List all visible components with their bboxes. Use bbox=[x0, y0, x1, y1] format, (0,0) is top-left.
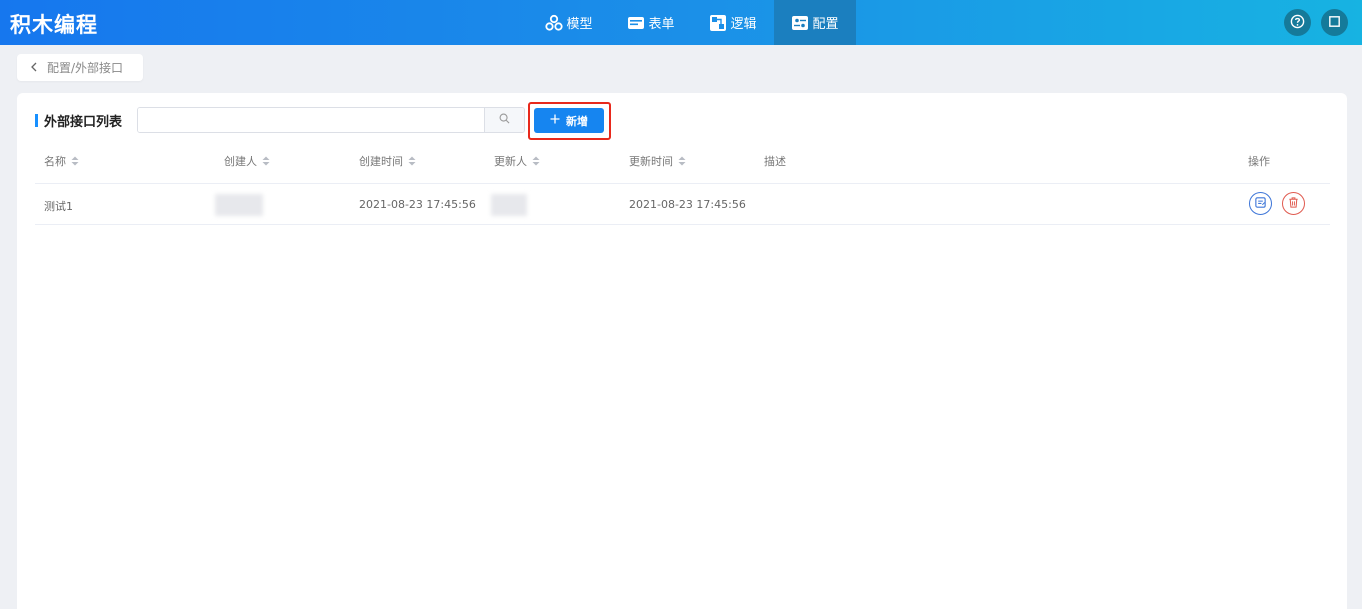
search-box bbox=[137, 107, 525, 133]
top-bar: 积木编程 模型 表单 逻辑 配置 bbox=[0, 0, 1362, 45]
nav-item-model[interactable]: 模型 bbox=[528, 0, 610, 45]
sort-icon[interactable] bbox=[71, 156, 79, 166]
cell-updated-at: 2021-08-23 17:45:56 bbox=[629, 198, 746, 211]
header-actions bbox=[1284, 9, 1348, 36]
add-button-label: 新增 bbox=[566, 114, 588, 128]
sort-icon[interactable] bbox=[262, 156, 270, 166]
nav-item-label: 模型 bbox=[566, 17, 593, 32]
title-accent-bar bbox=[35, 113, 38, 127]
nav-item-label: 逻辑 bbox=[730, 17, 757, 32]
interface-table: 名称 创建人 创建时间 更新人 更新时间 描述 操作 测试1 2021-08-2… bbox=[35, 136, 1330, 225]
table-row: 测试1 2021-08-23 17:45:56 2021-08-23 17:45… bbox=[35, 184, 1330, 225]
form-icon bbox=[627, 14, 645, 32]
model-icon bbox=[545, 14, 564, 32]
column-header-creator[interactable]: 创建人 bbox=[224, 153, 270, 169]
sort-icon[interactable] bbox=[678, 156, 686, 166]
nav-item-label: 表单 bbox=[648, 17, 675, 32]
search-button[interactable] bbox=[484, 108, 524, 132]
cell-creator-redacted bbox=[215, 194, 263, 216]
search-input[interactable] bbox=[138, 108, 484, 132]
fullscreen-icon bbox=[1327, 14, 1342, 32]
cell-name: 测试1 bbox=[44, 200, 73, 213]
column-header-updated-at[interactable]: 更新时间 bbox=[629, 153, 686, 169]
fullscreen-button[interactable] bbox=[1321, 9, 1348, 36]
help-button[interactable] bbox=[1284, 9, 1311, 36]
add-button[interactable]: 新增 bbox=[534, 108, 604, 133]
search-icon bbox=[499, 113, 510, 127]
column-header-name[interactable]: 名称 bbox=[44, 153, 79, 169]
nav-item-logic[interactable]: 逻辑 bbox=[692, 0, 774, 45]
list-title-text: 外部接口列表 bbox=[44, 114, 123, 130]
column-header-created-at[interactable]: 创建时间 bbox=[359, 153, 416, 169]
cell-created-at: 2021-08-23 17:45:56 bbox=[359, 198, 476, 211]
config-icon bbox=[791, 14, 809, 32]
sort-icon[interactable] bbox=[408, 156, 416, 166]
edit-icon bbox=[1254, 196, 1267, 212]
plus-icon bbox=[550, 114, 560, 127]
nav-item-label: 配置 bbox=[812, 17, 839, 32]
main-card: 外部接口列表 新增 名称 创建人 创建时间 更新人 更新时间 描述 操作 测试1… bbox=[17, 93, 1347, 609]
nav-item-form[interactable]: 表单 bbox=[610, 0, 692, 45]
breadcrumb-path: 配置/外部接口 bbox=[47, 61, 124, 75]
column-header-updater[interactable]: 更新人 bbox=[494, 153, 540, 169]
add-button-highlight: 新增 bbox=[528, 102, 611, 140]
delete-button[interactable] bbox=[1282, 192, 1305, 215]
breadcrumb[interactable]: 配置/外部接口 bbox=[17, 54, 143, 81]
edit-button[interactable] bbox=[1249, 192, 1272, 215]
app-title: 积木编程 bbox=[10, 13, 98, 37]
column-header-description: 描述 bbox=[764, 155, 786, 168]
table-header: 名称 创建人 创建时间 更新人 更新时间 描述 操作 bbox=[35, 136, 1330, 184]
main-nav: 模型 表单 逻辑 配置 bbox=[528, 0, 856, 45]
sort-icon[interactable] bbox=[532, 156, 540, 166]
help-icon bbox=[1290, 14, 1305, 32]
column-header-actions: 操作 bbox=[1248, 155, 1270, 168]
cell-updater-redacted bbox=[491, 194, 527, 216]
nav-item-config[interactable]: 配置 bbox=[774, 0, 856, 45]
list-title: 外部接口列表 bbox=[35, 112, 123, 130]
chevron-left-icon[interactable] bbox=[29, 61, 39, 75]
trash-icon bbox=[1287, 196, 1300, 212]
logic-icon bbox=[709, 14, 727, 32]
